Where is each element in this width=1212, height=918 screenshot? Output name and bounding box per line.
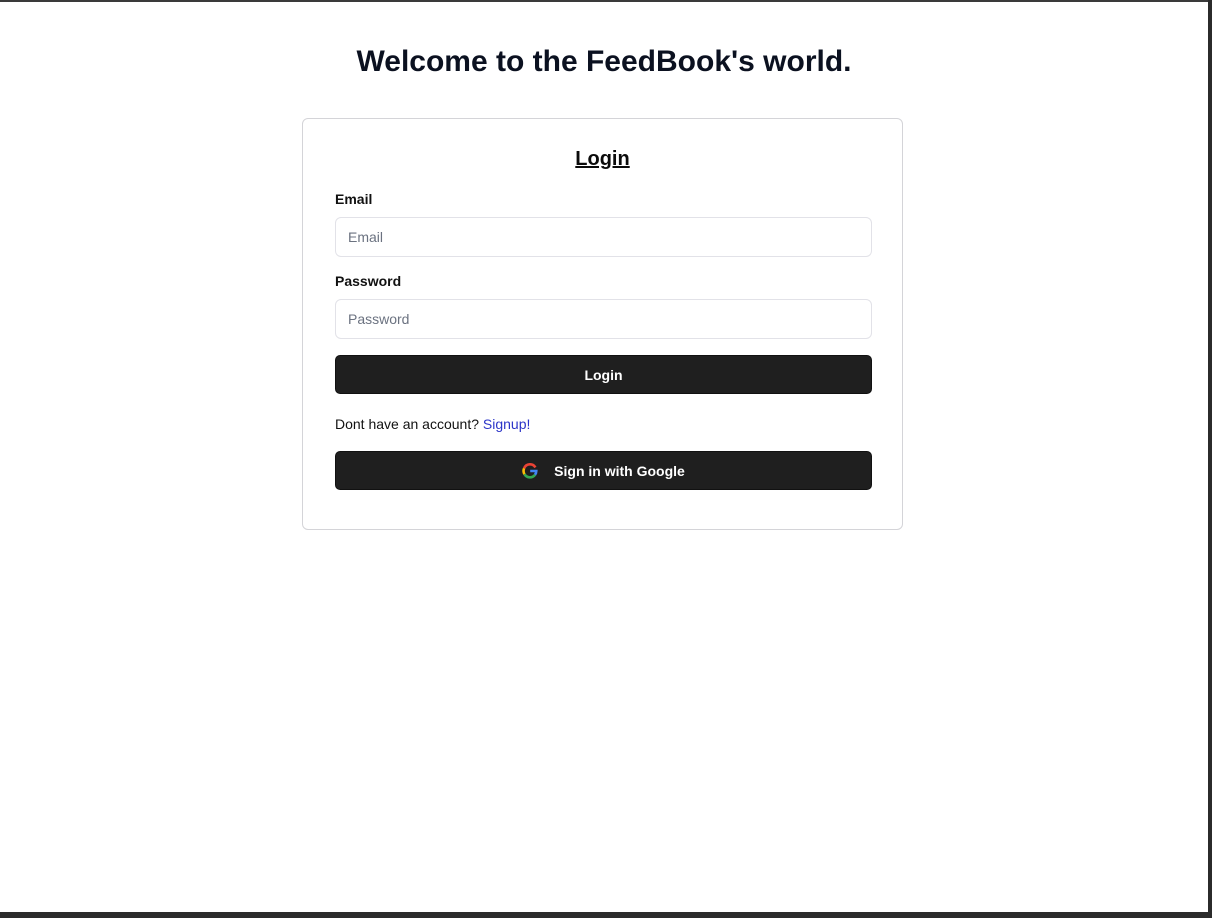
google-g-icon	[522, 462, 538, 479]
window-frame-bottom	[0, 912, 1212, 918]
password-label: Password	[335, 273, 402, 289]
login-title: Login	[575, 148, 630, 170]
google-signin-button[interactable]: Sign in with Google	[335, 451, 872, 490]
signup-prompt-line: Dont have an account? Signup!	[335, 415, 530, 433]
login-card: Login Email Password Login Dont have an …	[302, 118, 903, 530]
google-signin-label: Sign in with Google	[554, 462, 685, 479]
signup-link[interactable]: Signup!	[483, 416, 530, 432]
window-frame-top	[0, 0, 1212, 2]
login-button-label: Login	[584, 366, 623, 383]
login-button[interactable]: Login	[335, 355, 872, 394]
email-label: Email	[335, 191, 373, 207]
window-frame-right	[1208, 0, 1212, 918]
email-input[interactable]	[335, 217, 872, 257]
password-input[interactable]	[335, 299, 872, 339]
welcome-heading: Welcome to the FeedBook's world.	[356, 45, 852, 78]
signup-prompt: Dont have an account?	[335, 416, 479, 432]
